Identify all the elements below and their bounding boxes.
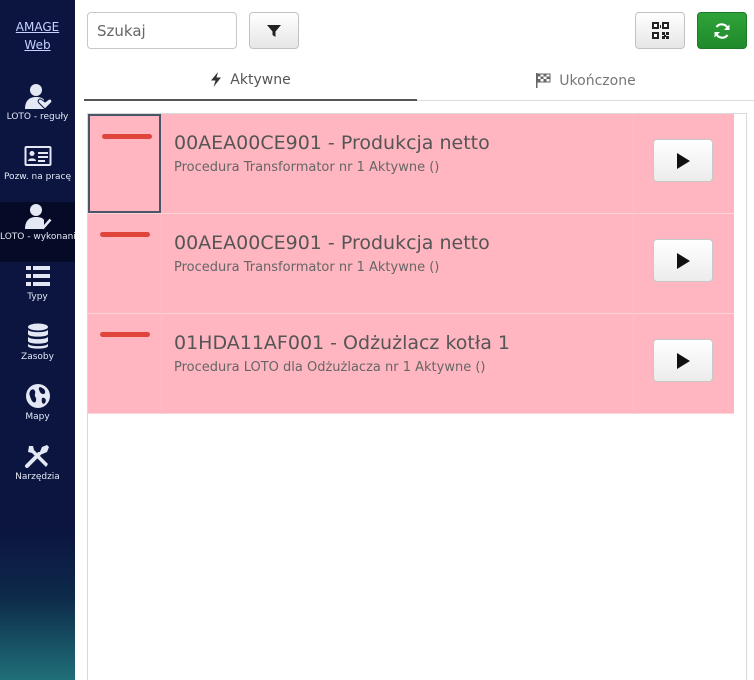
table-row[interactable]: 01HDA11AF001 - Odżużlacz kotła 1 Procedu… xyxy=(88,314,734,414)
sidebar-item-resources[interactable]: Zasoby xyxy=(0,322,75,382)
play-button[interactable] xyxy=(653,339,713,382)
play-button[interactable] xyxy=(653,239,713,282)
sidebar-item-label: LOTO - reguły xyxy=(6,112,69,122)
sidebar-item-label: Mapy xyxy=(25,412,50,422)
filter-button[interactable] xyxy=(249,12,299,49)
row-title: 01HDA11AF001 - Odżużlacz kotła 1 xyxy=(174,332,511,354)
play-icon xyxy=(677,152,690,169)
sidebar-item-loto-execution[interactable]: LOTO - wykonanie xyxy=(0,202,75,262)
action-cell xyxy=(633,214,734,314)
sidebar-item-tools[interactable]: Narzędzia xyxy=(0,442,75,502)
play-button[interactable] xyxy=(653,139,713,182)
tools-icon xyxy=(24,445,49,468)
globe-icon xyxy=(25,384,50,408)
row-subtitle: Procedura LOTO dla Odżużlacza nr 1 Aktyw… xyxy=(174,360,486,375)
status-cell[interactable] xyxy=(88,214,162,314)
status-cell[interactable] xyxy=(88,114,161,213)
sidebar-item-label: Narzędzia xyxy=(15,472,60,482)
tab-active[interactable]: Aktywne xyxy=(84,60,417,101)
brand-logo[interactable]: AMAGE Web xyxy=(0,18,75,54)
sidebar-item-work-permit[interactable]: Pozw. na pracę xyxy=(0,142,75,202)
checkered-flag-icon xyxy=(536,73,551,88)
status-indicator xyxy=(102,134,152,139)
status-cell[interactable] xyxy=(88,314,162,414)
row-title: 00AEA00CE901 - Produkcja netto xyxy=(174,232,490,254)
sidebar-item-maps[interactable]: Mapy xyxy=(0,382,75,442)
user-check-icon xyxy=(24,204,51,230)
sidebar: AMAGE Web LOTO - reguły Pozw. na pracę L… xyxy=(0,0,75,680)
action-cell xyxy=(633,114,734,214)
table-row[interactable]: 00AEA00CE901 - Produkcja netto Procedura… xyxy=(88,114,734,214)
row-subtitle: Procedura Transformator nr 1 Aktywne () xyxy=(174,160,440,175)
qr-scan-button[interactable] xyxy=(635,12,685,49)
action-cell xyxy=(633,314,734,414)
tab-label: Ukończone xyxy=(559,72,636,89)
sidebar-item-label: Typy xyxy=(27,292,48,302)
sidebar-item-label: Pozw. na pracę xyxy=(3,172,72,182)
sidebar-item-label: Zasoby xyxy=(21,352,54,362)
sidebar-item-loto-rules[interactable]: LOTO - reguły xyxy=(0,82,75,142)
refresh-button[interactable] xyxy=(697,12,747,49)
refresh-icon xyxy=(714,22,730,39)
play-icon xyxy=(677,252,690,269)
user-heart-icon xyxy=(24,84,52,110)
id-card-icon xyxy=(24,146,51,166)
search-input[interactable] xyxy=(87,12,237,49)
list-icon xyxy=(25,266,50,286)
tab-completed[interactable]: Ukończone xyxy=(417,60,754,101)
status-indicator xyxy=(100,232,150,237)
play-icon xyxy=(677,352,690,369)
table-row[interactable]: 00AEA00CE901 - Produkcja netto Procedura… xyxy=(88,214,734,314)
bolt-icon xyxy=(211,72,222,87)
status-indicator xyxy=(100,332,150,337)
row-title: 00AEA00CE901 - Produkcja netto xyxy=(174,132,490,154)
tab-bar: Aktywne Ukończone xyxy=(84,60,754,101)
tab-label: Aktywne xyxy=(230,71,291,88)
brand-line-1[interactable]: AMAGE xyxy=(0,18,75,36)
row-subtitle: Procedura Transformator nr 1 Aktywne () xyxy=(174,260,440,275)
qr-code-icon xyxy=(651,22,669,39)
database-icon xyxy=(27,323,48,349)
filter-icon xyxy=(267,24,281,37)
brand-line-2[interactable]: Web xyxy=(0,36,75,54)
sidebar-item-label: LOTO - wykonanie xyxy=(0,232,75,242)
sidebar-item-types[interactable]: Typy xyxy=(0,262,75,322)
